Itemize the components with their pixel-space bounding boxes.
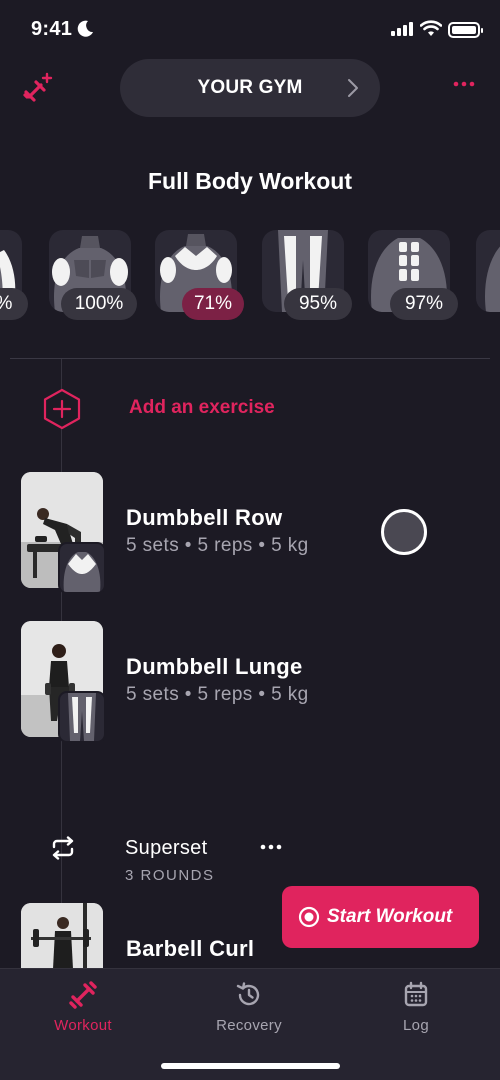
add-exercise-button[interactable]: Add an exercise bbox=[129, 397, 275, 419]
add-equipment-icon[interactable] bbox=[22, 72, 54, 104]
tab-workout[interactable]: Workout bbox=[23, 981, 143, 1034]
superset-repeat-icon bbox=[52, 836, 74, 860]
exercise-muscle-thumb bbox=[58, 691, 106, 743]
legs-muscle-icon bbox=[68, 693, 96, 741]
tab-recovery[interactable]: Recovery bbox=[189, 981, 309, 1034]
exercise-muscle-thumb bbox=[58, 542, 106, 594]
dumbbell-icon bbox=[69, 981, 97, 1009]
superset-label: Superset bbox=[125, 837, 208, 859]
exercise-name[interactable]: Dumbbell Row bbox=[126, 505, 282, 531]
muscle-percent: 95% bbox=[284, 288, 352, 320]
start-workout-label: Start Workout bbox=[327, 906, 453, 927]
muscle-card[interactable] bbox=[476, 230, 500, 312]
tab-label: Log bbox=[403, 1017, 429, 1034]
battery-icon bbox=[448, 22, 483, 38]
status-time: 9:41 bbox=[31, 18, 73, 40]
record-icon bbox=[298, 906, 320, 928]
recovery-icon bbox=[236, 982, 260, 1006]
exercise-meta: 5 sets • 5 reps • 5 kg bbox=[126, 684, 309, 705]
muscle-percent: 97% bbox=[390, 288, 458, 320]
superset-rounds: 3 ROUNDS bbox=[125, 867, 215, 884]
tab-label: Workout bbox=[54, 1017, 112, 1034]
muscle-percent: 100% bbox=[61, 288, 137, 320]
cellular-signal-icon bbox=[391, 22, 413, 36]
start-workout-button[interactable]: Start Workout bbox=[282, 886, 479, 948]
moon-icon bbox=[77, 20, 93, 37]
muscle-percent: % bbox=[0, 288, 28, 320]
add-exercise-icon[interactable] bbox=[42, 388, 82, 430]
tab-label: Recovery bbox=[216, 1017, 282, 1034]
muscle-percent: 71% bbox=[182, 288, 244, 320]
calendar-icon bbox=[404, 981, 428, 1007]
muscle-icon bbox=[485, 246, 500, 312]
exercise-select-radio[interactable] bbox=[381, 509, 427, 555]
wifi-icon bbox=[420, 20, 442, 36]
superset-more-icon[interactable] bbox=[259, 843, 283, 851]
back-muscle-icon bbox=[63, 552, 101, 592]
chevron-right-icon bbox=[348, 79, 358, 97]
status-bar: 9:41 bbox=[0, 0, 500, 60]
exercise-name[interactable]: Dumbbell Lunge bbox=[126, 654, 303, 680]
home-indicator[interactable] bbox=[161, 1063, 340, 1069]
divider bbox=[10, 358, 490, 359]
gym-selector[interactable]: YOUR GYM bbox=[120, 59, 380, 117]
more-options-icon[interactable] bbox=[452, 80, 476, 88]
tab-log[interactable]: Log bbox=[356, 981, 476, 1034]
gym-label: YOUR GYM bbox=[197, 77, 303, 98]
muscle-group-carousel[interactable]: % 100% 71% 95% bbox=[0, 230, 500, 330]
exercise-meta: 5 sets • 5 reps • 5 kg bbox=[126, 535, 309, 556]
exercise-name[interactable]: Barbell Curl bbox=[126, 936, 254, 962]
workout-title: Full Body Workout bbox=[147, 168, 352, 194]
